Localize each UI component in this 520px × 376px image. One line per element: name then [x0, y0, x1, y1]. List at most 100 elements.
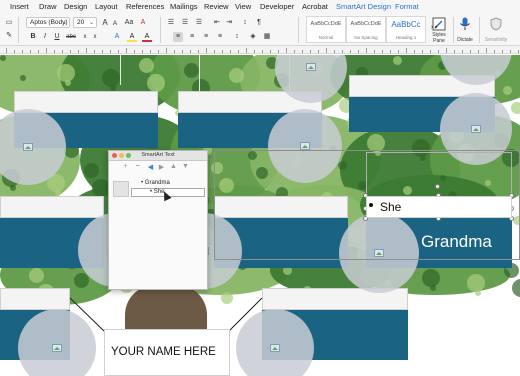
ruler-tick: [342, 50, 343, 53]
style-name: Normal: [318, 35, 334, 40]
shrink-font-icon[interactable]: A: [110, 19, 120, 29]
increase-indent-icon[interactable]: ⇥: [224, 18, 234, 28]
styles-pane-button[interactable]: Styles Pane: [426, 16, 452, 44]
style-heading-1[interactable]: AaBbCc Heading 1: [386, 16, 426, 43]
grandma-label[interactable]: Grandma: [421, 232, 492, 252]
decrease-indent-icon[interactable]: ⇤: [212, 18, 222, 28]
ruler-tick: [326, 48, 327, 53]
text-pane-toggle-icon[interactable]: ‹: [209, 155, 215, 163]
line-spacing-icon[interactable]: ↕: [232, 32, 242, 42]
ruler-tick: [430, 50, 431, 53]
demote-icon[interactable]: ▶: [157, 163, 166, 171]
style-sample: AaBbCcDdE: [350, 21, 382, 27]
chevron-down-icon: ⌄: [88, 20, 94, 26]
ruler-tick: [230, 50, 231, 53]
ribbon-separator: [298, 17, 299, 43]
tab-draw[interactable]: Draw: [39, 2, 57, 11]
superscript-button[interactable]: x: [90, 32, 100, 42]
picture-icon: [471, 125, 481, 133]
pane-toolbar: + − ◀ ▶ ▲ ▼: [109, 162, 207, 173]
grow-font-icon[interactable]: A: [100, 18, 110, 28]
add-bullet-icon[interactable]: +: [121, 163, 130, 170]
tab-references[interactable]: References: [126, 2, 164, 11]
tab-layout[interactable]: Layout: [95, 2, 118, 11]
tab-mailings[interactable]: Mailings: [170, 2, 198, 11]
pane-title-bar[interactable]: SmartArt Text: [109, 151, 207, 161]
numbering-icon[interactable]: ☰: [180, 18, 190, 28]
tab-format[interactable]: Format: [395, 2, 419, 11]
ruler-tick: [94, 50, 95, 53]
sensitivity-button[interactable]: Sensitivity: [481, 16, 511, 44]
style-no-spacing[interactable]: AaBbCcDdE No Spacing: [346, 16, 386, 43]
ruler-tick: [6, 48, 7, 53]
tab-review[interactable]: Review: [204, 2, 229, 11]
clear-formatting-icon[interactable]: A: [138, 18, 148, 28]
ruler-tick: [278, 50, 279, 53]
ruler-tick: [142, 50, 143, 53]
ribbon-separator: [160, 17, 161, 43]
style-sample: AaBbCc: [391, 20, 421, 29]
tab-developer[interactable]: Developer: [260, 2, 294, 11]
home-ribbon: ▭ ✎ Aptos (Body) ⌄ 20 ⌄ A A Aa A B I U a…: [0, 14, 520, 46]
ruler-tick: [134, 50, 135, 53]
format-painter-icon[interactable]: ✎: [4, 31, 14, 41]
horizontal-ruler[interactable]: [0, 46, 520, 54]
move-up-icon[interactable]: ▲: [169, 163, 178, 170]
ruler-tick: [214, 50, 215, 53]
tab-smartart-design[interactable]: SmartArt Design: [336, 2, 391, 11]
strikethrough-button[interactable]: abc: [64, 32, 78, 42]
picture-icon: [300, 142, 310, 150]
ruler-tick: [166, 48, 167, 53]
align-center-icon[interactable]: ≡: [187, 32, 197, 42]
font-name-dropdown[interactable]: Aptos (Body) ⌄: [26, 17, 70, 28]
underline-button[interactable]: U: [52, 32, 62, 42]
styles-pane-icon: [432, 17, 446, 31]
ruler-tick: [118, 50, 119, 53]
change-case-icon[interactable]: Aa: [124, 18, 134, 28]
ruler-tick: [102, 50, 103, 53]
she-label[interactable]: She: [380, 200, 401, 214]
remove-bullet-icon[interactable]: −: [133, 163, 142, 170]
ruler-tick: [198, 50, 199, 53]
justify-icon[interactable]: ≡: [215, 32, 225, 42]
dictate-button[interactable]: Dictate: [452, 16, 478, 44]
ruler-tick: [158, 50, 159, 53]
rotate-handle[interactable]: [435, 184, 440, 189]
ruler-tick: [310, 50, 311, 53]
pane-list-item[interactable]: • Grandma: [141, 180, 170, 186]
ruler-tick: [86, 48, 87, 53]
ruler-tick: [366, 48, 367, 53]
your-name-label[interactable]: YOUR NAME HERE: [111, 346, 216, 358]
ruler-tick: [182, 50, 183, 53]
align-left-icon[interactable]: ≡: [173, 32, 183, 42]
smartart-text-pane[interactable]: SmartArt Text + − ◀ ▶ ▲ ▼: [108, 150, 208, 290]
bullets-icon[interactable]: ☰: [166, 18, 176, 28]
ruler-tick: [46, 48, 47, 53]
show-marks-button[interactable]: ¶: [254, 18, 264, 28]
shading-icon[interactable]: ◈: [248, 32, 258, 42]
tab-insert[interactable]: Insert: [10, 2, 29, 11]
ruler-tick: [486, 48, 487, 53]
tab-acrobat[interactable]: Acrobat: [302, 2, 328, 11]
promote-icon[interactable]: ◀: [146, 163, 155, 171]
text-effects-icon[interactable]: A: [112, 32, 122, 42]
bold-button[interactable]: B: [28, 32, 38, 42]
move-down-icon[interactable]: ▼: [181, 163, 190, 170]
align-right-icon[interactable]: ≡: [201, 32, 211, 42]
multilevel-list-icon[interactable]: ☰: [194, 18, 204, 28]
italic-button[interactable]: I: [40, 32, 50, 42]
ruler-tick: [206, 48, 207, 53]
sort-icon[interactable]: ↕: [240, 18, 250, 28]
font-color-button[interactable]: A: [142, 32, 152, 42]
ruler-tick: [70, 50, 71, 53]
tab-view[interactable]: View: [235, 2, 251, 11]
ruler-tick: [54, 50, 55, 53]
style-normal[interactable]: AaBbCcDdE Normal: [306, 16, 346, 43]
highlight-button[interactable]: A: [127, 32, 137, 42]
font-size-dropdown[interactable]: 20 ⌄: [73, 17, 97, 28]
subscript-button[interactable]: x: [80, 32, 90, 42]
borders-icon[interactable]: ▦: [262, 32, 272, 42]
clipboard-icon[interactable]: ▭: [4, 18, 14, 28]
tab-design[interactable]: Design: [64, 2, 87, 11]
ruler-tick: [478, 50, 479, 53]
